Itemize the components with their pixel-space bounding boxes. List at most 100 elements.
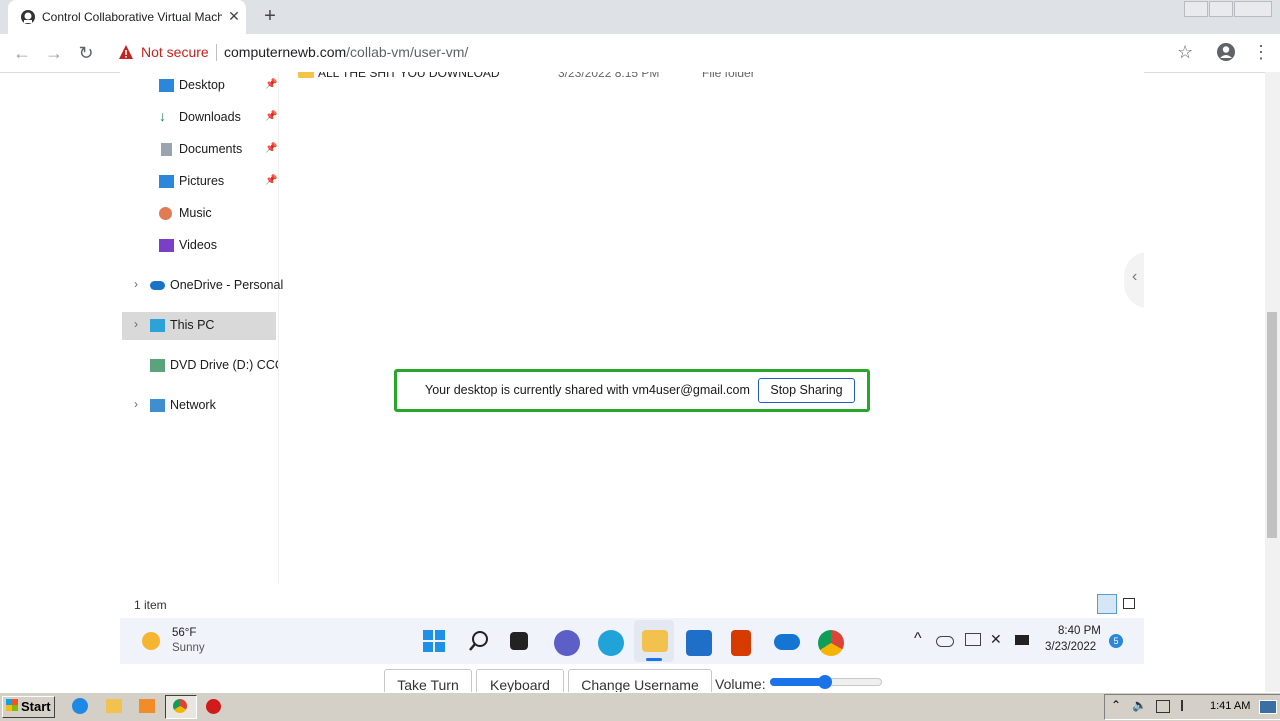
host-start-button[interactable]: Start (2, 696, 55, 718)
tray-volume-muted-icon[interactable]: ✕ (990, 631, 1002, 648)
collabvm-favicon-icon (21, 10, 35, 24)
tray-battery-icon[interactable] (1015, 635, 1029, 645)
host-flag-icon[interactable] (1181, 700, 1193, 711)
back-arrow-icon[interactable]: ← (11, 42, 33, 64)
chevron-left-icon: ‹ (1132, 268, 1138, 285)
media-player-icon[interactable] (139, 699, 155, 713)
vm-clock-date[interactable]: 3/23/2022 (1045, 641, 1096, 653)
store-icon[interactable] (686, 630, 712, 656)
forward-arrow-icon[interactable]: → (43, 42, 65, 64)
vm-screen[interactable]: ALL THE SHIT YOU DOWNLOAD 3/23/2022 8:15… (120, 72, 1144, 664)
documents-icon (161, 143, 172, 156)
onedrive-icon (150, 281, 165, 290)
take-turn-button[interactable]: Take Turn (384, 669, 472, 693)
profile-icon[interactable] (1216, 42, 1236, 62)
file-date: 3/23/2022 8:15 PM (558, 72, 660, 80)
tab-close-icon[interactable]: ✕ (226, 7, 242, 25)
nav-item-videos[interactable]: Videos (159, 237, 279, 257)
file-name[interactable]: ALL THE SHIT YOU DOWNLOAD (318, 72, 500, 80)
nav-label: OneDrive - Personal (170, 278, 284, 292)
host-folder-icon[interactable] (106, 699, 122, 713)
nav-item-pictures[interactable]: Pictures 📌 (159, 173, 279, 193)
minimize-button[interactable] (1184, 1, 1208, 17)
music-icon (159, 207, 172, 220)
menu-dots-icon[interactable]: ⋮ (1252, 42, 1270, 63)
tray-onedrive-icon[interactable] (936, 636, 954, 647)
keyboard-button[interactable]: Keyboard (476, 669, 564, 693)
nav-label: Desktop (179, 78, 225, 92)
pin-icon: 📌 (265, 79, 278, 90)
volume-slider-handle[interactable] (818, 675, 832, 689)
dvd-icon (150, 359, 165, 372)
nav-label: Network (170, 398, 216, 412)
not-secure-label[interactable]: Not secure (141, 44, 209, 60)
host-tray-expand-icon[interactable]: ⌃ (1111, 698, 1121, 712)
tray-overflow-icon[interactable]: ^ (914, 630, 922, 648)
download-icon: ↓ (159, 108, 166, 124)
expand-chevron-icon[interactable]: › (134, 397, 138, 411)
close-window-button[interactable] (1234, 1, 1272, 17)
omnibox-divider (216, 44, 217, 61)
page-scrollbar-thumb[interactable] (1267, 312, 1277, 538)
task-view-icon[interactable] (510, 632, 528, 650)
sun-icon (142, 632, 160, 650)
browser-tab[interactable]: Control Collaborative Virtual Machine ✕ (8, 0, 246, 34)
expand-chevron-icon[interactable]: › (134, 317, 138, 331)
host-clock[interactable]: 1:41 AM (1210, 700, 1250, 712)
restore-button[interactable] (1209, 1, 1233, 17)
reload-icon[interactable]: ↻ (75, 42, 97, 64)
nav-item-music[interactable]: Music (159, 205, 279, 225)
nav-item-documents[interactable]: Documents 📌 (159, 141, 279, 161)
nav-item-network[interactable]: › Network (134, 397, 278, 417)
volume-slider-fill (770, 678, 825, 686)
windows-logo-icon (6, 699, 18, 711)
tab-title: Control Collaborative Virtual Machine (42, 10, 222, 24)
windows-start-icon[interactable] (423, 630, 445, 652)
onedrive-taskbar-icon[interactable] (774, 634, 800, 650)
pin-icon: 📌 (265, 143, 278, 154)
url-field[interactable]: computernewb.com/collab-vm/user-vm/ (224, 44, 468, 60)
change-username-button[interactable]: Change Username (568, 669, 712, 693)
nav-item-downloads[interactable]: ↓ Downloads 📌 (159, 108, 279, 129)
nav-item-dvd[interactable]: › DVD Drive (D:) CCCC (150, 357, 278, 377)
ie-icon[interactable] (72, 698, 88, 714)
expand-chevron-icon[interactable]: › (134, 277, 138, 291)
videos-icon (159, 239, 174, 252)
office-icon[interactable] (731, 630, 751, 656)
file-type: File folder (702, 72, 755, 80)
tiles-view-icon[interactable] (1123, 598, 1135, 609)
item-count: 1 item (134, 598, 167, 612)
file-explorer-icon[interactable] (642, 630, 668, 652)
url-host: computernewb.com (224, 44, 347, 60)
notification-badge[interactable]: 5 (1109, 634, 1123, 648)
start-label: Start (21, 699, 51, 714)
folder-icon (298, 72, 314, 78)
show-desktop-icon[interactable] (1259, 700, 1277, 714)
desktop-icon (159, 79, 174, 92)
vm-clock-time[interactable]: 8:40 PM (1058, 625, 1101, 637)
nav-item-desktop[interactable]: Desktop 📌 (159, 77, 279, 97)
computer-icon (150, 319, 165, 332)
vm-taskbar: 56°F Sunny ^ ✕ 8:40 PM 3/23/2022 5 (120, 618, 1144, 664)
new-tab-button[interactable]: + (260, 5, 280, 27)
weather-temp: 56°F (172, 627, 197, 639)
search-icon[interactable] (468, 630, 490, 652)
details-view-icon[interactable] (1097, 594, 1117, 614)
pin-icon: 📌 (265, 175, 278, 186)
chrome-taskbar-icon[interactable] (818, 630, 844, 656)
active-indicator (646, 658, 662, 661)
opera-icon[interactable] (206, 699, 221, 714)
share-banner-text: Your desktop is currently shared with vm… (425, 383, 750, 397)
volume-label: Volume: (715, 676, 766, 692)
host-chrome-icon (173, 699, 187, 713)
edge-icon[interactable] (598, 630, 624, 656)
teams-chat-icon[interactable] (554, 630, 580, 656)
nav-item-onedrive[interactable]: › OneDrive - Personal (134, 277, 283, 297)
stop-sharing-button[interactable]: Stop Sharing (758, 378, 855, 403)
nav-item-this-pc[interactable]: › This PC (134, 317, 278, 337)
host-volume-icon[interactable]: 🔈 (1132, 698, 1147, 712)
tray-network-icon[interactable] (965, 633, 981, 646)
host-network-icon[interactable] (1156, 700, 1170, 713)
pin-icon: 📌 (265, 111, 278, 122)
bookmark-star-icon[interactable]: ☆ (1177, 42, 1193, 63)
